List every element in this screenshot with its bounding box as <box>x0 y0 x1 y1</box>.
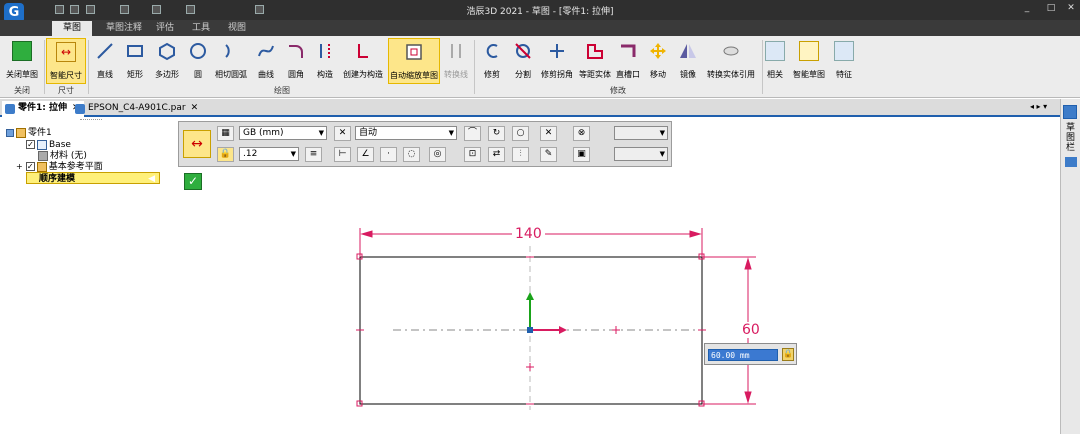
pathfinder-icon[interactable] <box>1063 105 1077 119</box>
dimension-value-input[interactable] <box>708 349 778 361</box>
coordinate-axes-icon <box>526 292 567 334</box>
sketch-geometry <box>356 228 756 410</box>
dimension-entry-box: 🔒 <box>704 343 797 365</box>
width-dimension-value[interactable]: 140 <box>512 226 545 242</box>
height-dimension-value[interactable]: 60 <box>740 322 762 338</box>
side-panel-label[interactable]: 草图栏 <box>1066 123 1076 153</box>
lock-icon[interactable]: 🔒 <box>782 348 794 361</box>
app-window: { "titlebar": {"title": "浩辰3D 2021 - 草图 … <box>0 0 1080 434</box>
close-icon[interactable]: ✕ <box>1066 3 1076 13</box>
layers-icon[interactable] <box>1065 157 1077 167</box>
sketch-side-panel: 草图栏 <box>1060 99 1080 434</box>
